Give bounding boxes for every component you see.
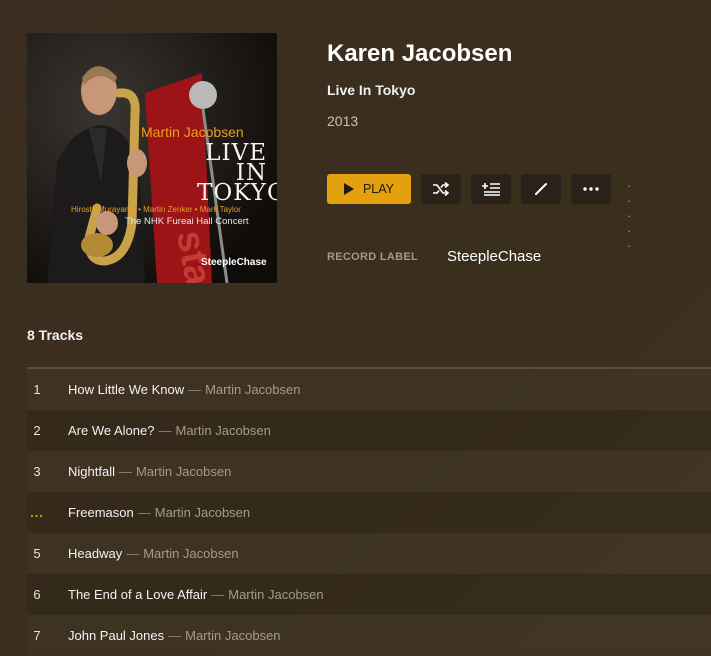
track-separator: — bbox=[168, 627, 182, 643]
track-row[interactable]: 6 The End of a Love Affair — Martin Jaco… bbox=[27, 574, 711, 615]
track-number: 1 bbox=[33, 381, 41, 397]
track-separator: — bbox=[137, 504, 151, 520]
track-separator: — bbox=[118, 463, 132, 479]
track-row-now-playing[interactable]: ... Freemason — Martin Jacobsen bbox=[27, 492, 711, 533]
track-number: 5 bbox=[33, 545, 41, 561]
play-icon bbox=[343, 183, 354, 195]
add-to-queue-button[interactable] bbox=[471, 174, 511, 204]
shuffle-button[interactable] bbox=[421, 174, 461, 204]
track-separator: — bbox=[126, 545, 140, 561]
cover-concert-text: The NHK Fureai Hall Concert bbox=[125, 216, 249, 227]
edit-icon bbox=[535, 183, 547, 195]
track-number: 6 bbox=[33, 586, 41, 602]
shuffle-icon bbox=[433, 182, 450, 196]
cover-artist-text: Martin Jacobsen bbox=[141, 124, 244, 140]
edit-button[interactable] bbox=[521, 174, 561, 204]
play-button-label: PLAY bbox=[362, 182, 395, 196]
track-artist[interactable]: Martin Jacobsen bbox=[155, 505, 250, 520]
cover-title-text: LIVE IN TOKYO bbox=[197, 140, 277, 206]
add-to-queue-icon bbox=[482, 183, 500, 196]
track-separator: — bbox=[211, 586, 225, 602]
toolbar-overflow-dots: · · · · · bbox=[627, 178, 638, 253]
track-title[interactable]: Are We Alone? bbox=[68, 423, 154, 438]
track-artist[interactable]: Martin Jacobsen bbox=[205, 382, 300, 397]
now-playing-indicator-icon: ... bbox=[30, 504, 44, 520]
track-list: 1 How Little We Know — Martin Jacobsen 2… bbox=[27, 367, 711, 656]
track-artist[interactable]: Martin Jacobsen bbox=[228, 587, 323, 602]
track-title[interactable]: Headway bbox=[68, 546, 122, 561]
record-label-key: RECORD LABEL bbox=[327, 251, 418, 263]
track-title[interactable]: John Paul Jones bbox=[68, 628, 164, 643]
track-separator: — bbox=[158, 422, 172, 438]
track-title[interactable]: Nightfall bbox=[68, 464, 115, 479]
track-row[interactable]: 2 Are We Alone? — Martin Jacobsen bbox=[27, 410, 711, 451]
more-icon bbox=[583, 187, 599, 191]
cover-musicians-text: Hiroshi Murayama • Martin Zenker • Mark … bbox=[71, 205, 241, 214]
track-artist[interactable]: Martin Jacobsen bbox=[143, 546, 238, 561]
track-row[interactable]: 3 Nightfall — Martin Jacobsen bbox=[27, 451, 711, 492]
track-artist[interactable]: Martin Jacobsen bbox=[185, 628, 280, 643]
tracks-count: 8 Tracks bbox=[27, 327, 84, 343]
track-row[interactable]: 7 John Paul Jones — Martin Jacobsen bbox=[27, 615, 711, 656]
album-cover[interactable]: stage Martin Jacobsen LIVE IN TOKYO Hiro… bbox=[27, 33, 277, 283]
track-title[interactable]: How Little We Know bbox=[68, 382, 184, 397]
track-separator: — bbox=[188, 381, 202, 397]
track-artist[interactable]: Martin Jacobsen bbox=[175, 423, 270, 438]
record-label-value[interactable]: SteepleChase bbox=[447, 248, 541, 265]
track-row[interactable]: 5 Headway — Martin Jacobsen bbox=[27, 533, 711, 574]
album-title: Live In Tokyo bbox=[327, 82, 416, 98]
more-options-button[interactable] bbox=[571, 174, 611, 204]
track-title[interactable]: The End of a Love Affair bbox=[68, 587, 207, 602]
artist-name[interactable]: Karen Jacobsen bbox=[327, 40, 512, 68]
track-number: 2 bbox=[33, 422, 41, 438]
track-row[interactable]: 1 How Little We Know — Martin Jacobsen bbox=[27, 369, 711, 410]
track-artist[interactable]: Martin Jacobsen bbox=[136, 464, 231, 479]
album-year: 2013 bbox=[327, 113, 359, 129]
play-button[interactable]: PLAY bbox=[327, 174, 411, 204]
cover-label-text: SteepleChase bbox=[201, 257, 267, 268]
track-title[interactable]: Freemason bbox=[68, 505, 134, 520]
track-number: 3 bbox=[33, 463, 41, 479]
track-number: 7 bbox=[33, 627, 41, 643]
